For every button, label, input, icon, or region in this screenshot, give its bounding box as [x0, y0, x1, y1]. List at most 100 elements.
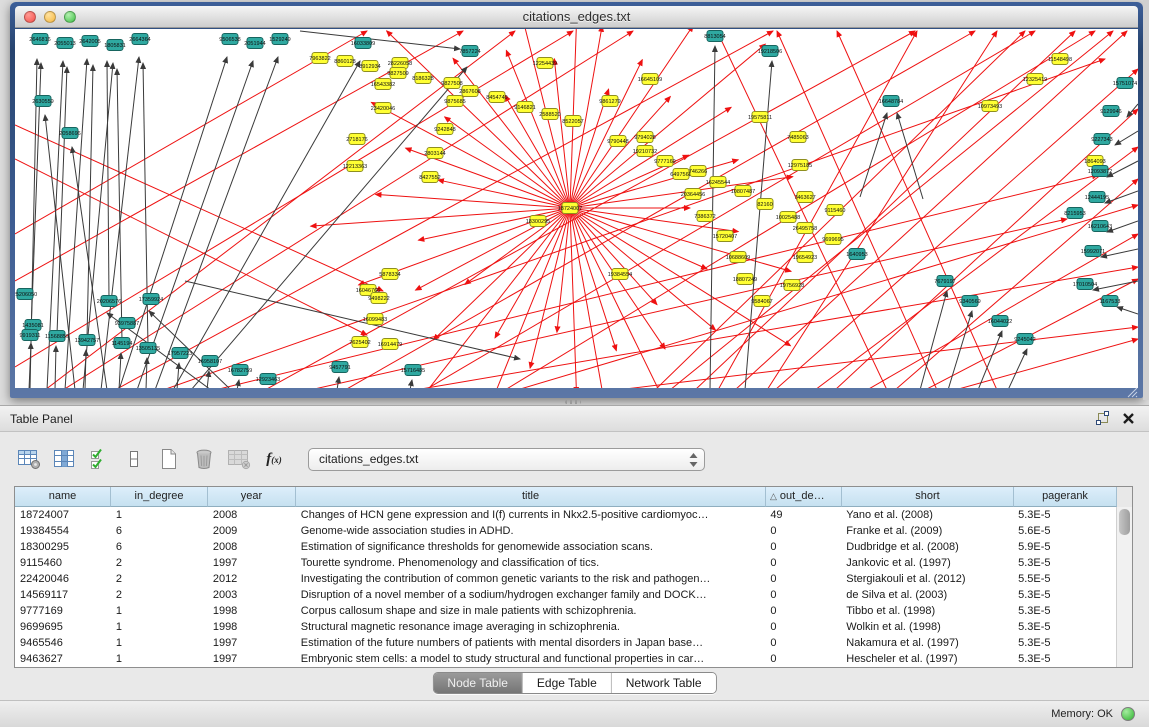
column-header-short[interactable]: short [842, 487, 1014, 507]
graph-node[interactable]: 9146821 [514, 102, 535, 113]
graph-node[interactable]: 9699695 [822, 234, 843, 245]
graph-node[interactable]: 16914479 [378, 339, 402, 350]
graph-node[interactable]: 9115460 [824, 205, 845, 216]
graph-node[interactable]: 15720407 [713, 231, 737, 242]
graph-node[interactable]: 82160 [757, 199, 773, 210]
citation-network-graph[interactable]: 1872400718300295796382288601288912934282… [15, 29, 1138, 388]
graph-node[interactable]: 17010504 [1073, 279, 1097, 290]
graph-node[interactable]: 9242848 [434, 124, 455, 135]
table-row[interactable]: 946362711997Embryonic stem cells: a mode… [15, 651, 1116, 667]
graph-node[interactable]: 9245042 [1014, 334, 1035, 345]
tab-edge-table[interactable]: Edge Table [523, 673, 612, 693]
graph-node[interactable]: 2058696 [59, 128, 80, 139]
graph-node[interactable]: 7485063 [787, 132, 808, 143]
tab-network-table[interactable]: Network Table [612, 673, 716, 693]
graph-node[interactable]: 7857224 [459, 46, 480, 57]
graph-node[interactable]: 15716485 [401, 365, 425, 376]
graph-node[interactable]: 9875685 [444, 96, 465, 107]
graph-node[interactable]: 12254439 [533, 58, 557, 69]
graph-node[interactable]: 9498222 [368, 293, 389, 304]
graph-node[interactable]: 746266 [689, 166, 707, 177]
table-row[interactable]: 1456911722003Disruption of a novel membe… [15, 587, 1116, 603]
graph-node[interactable]: 2588520 [539, 109, 560, 120]
graph-node[interactable]: 11568859 [45, 331, 69, 342]
table-settings-button[interactable] [14, 446, 44, 472]
column-header-title[interactable]: title [296, 487, 766, 507]
graph-node[interactable]: 1529249 [269, 34, 290, 45]
graph-node[interactable]: 13505135 [136, 343, 160, 354]
graph-node[interactable]: 9861279 [599, 96, 620, 107]
graph-node[interactable]: 1167533 [1099, 296, 1120, 307]
graph-node[interactable]: 16245544 [706, 177, 730, 188]
function-builder-button[interactable]: f(x) [259, 446, 289, 472]
scrollbar-thumb[interactable] [1119, 509, 1130, 535]
graph-node[interactable]: 9129946 [1100, 106, 1121, 117]
graph-node[interactable]: 1145194 [111, 338, 132, 349]
network-canvas[interactable]: 1872400718300295796382288601288912934282… [15, 29, 1138, 388]
graph-node[interactable]: 93975887 [115, 318, 139, 329]
graph-node[interactable]: 12325419 [1023, 74, 1047, 85]
import-table-disabled-button[interactable] [224, 446, 254, 472]
graph-node[interactable]: 2718176 [346, 134, 367, 145]
graph-node[interactable]: 19575811 [748, 112, 772, 123]
graph-node[interactable]: 25206050 [15, 289, 37, 300]
table-row[interactable]: 911546021997Tourette syndrome. Phenomeno… [15, 555, 1116, 571]
column-header-pagerank[interactable]: pagerank [1014, 487, 1117, 507]
graph-node[interactable]: 16210643 [1088, 221, 1112, 232]
graph-node[interactable]: 9227343 [1091, 134, 1112, 145]
graph-node[interactable]: 9457791 [329, 362, 350, 373]
graph-node[interactable]: 7463627 [794, 192, 815, 203]
graph-node[interactable]: 17359924 [139, 294, 163, 305]
graph-node[interactable]: 12093872 [1088, 166, 1112, 177]
table-row[interactable]: 977716911998Corpus callosum shape and si… [15, 603, 1116, 619]
graph-node[interactable]: 19210732 [633, 146, 657, 157]
graph-node[interactable]: 9584067 [751, 296, 772, 307]
table-selector-dropdown[interactable]: citations_edges.txt [308, 448, 705, 471]
table-row[interactable]: 1830029562008Estimation of significance … [15, 539, 1116, 555]
close-panel-button[interactable] [1122, 412, 1135, 425]
graph-node[interactable]: 12213363 [343, 161, 367, 172]
graph-node[interactable]: 16645109 [638, 74, 662, 85]
table-scrollbar[interactable] [1116, 507, 1132, 667]
graph-node[interactable]: 19756928 [780, 280, 804, 291]
graph-node[interactable]: 8215953 [1064, 208, 1085, 219]
select-columns-button[interactable] [49, 446, 79, 472]
graph-node[interactable]: 9827508 [441, 78, 462, 89]
tab-node-table[interactable]: Node Table [433, 673, 523, 693]
graph-node[interactable]: 28226058 [388, 58, 412, 69]
column-header-in_degree[interactable]: in_degree [111, 487, 208, 507]
graph-node[interactable]: 1864093 [1084, 156, 1105, 167]
clear-selection-button[interactable] [119, 446, 149, 472]
graph-node[interactable]: 12975185 [788, 160, 812, 171]
graph-node[interactable]: 20364456 [681, 189, 705, 200]
graph-node[interactable]: 9794028 [634, 132, 655, 143]
graph-node[interactable]: 9340569 [959, 296, 980, 307]
graph-node[interactable]: 8813054 [704, 31, 725, 42]
column-header-year[interactable]: year [208, 487, 296, 507]
graph-node[interactable]: 9790448 [607, 136, 628, 147]
graph-node[interactable]: 16044022 [988, 316, 1012, 327]
delete-table-button[interactable] [189, 446, 219, 472]
graph-node[interactable]: 2803144 [424, 148, 445, 159]
table-row[interactable]: 1938455462009Genome-wide association stu… [15, 523, 1116, 539]
table-row[interactable]: 969969511998Structural magnetic resonanc… [15, 619, 1116, 635]
window-titlebar[interactable]: citations_edges.txt [15, 6, 1138, 28]
graph-node[interactable]: 1640953 [846, 249, 867, 260]
graph-node[interactable]: 20206576 [97, 296, 121, 307]
graph-node[interactable]: 1805831 [104, 40, 125, 51]
graph-node[interactable]: 2664364 [129, 34, 150, 45]
graph-node[interactable]: 13942757 [75, 335, 99, 346]
column-header-out[interactable]: △out_de… [766, 487, 842, 507]
table-row[interactable]: 1872400712008Changes of HCN gene express… [15, 507, 1116, 523]
graph-node[interactable]: 15751074 [1113, 78, 1137, 89]
graph-node[interactable]: 8186328 [412, 73, 433, 84]
graph-node[interactable]: 2051944 [244, 38, 265, 49]
memory-indicator[interactable] [1121, 707, 1135, 721]
window-resize-grip[interactable] [1125, 386, 1139, 398]
graph-node[interactable]: 16648784 [879, 96, 903, 107]
table-row[interactable]: 2242004622012Investigating the contribut… [15, 571, 1116, 587]
graph-node[interactable]: 8860128 [334, 56, 355, 67]
graph-node[interactable]: 10807487 [731, 186, 755, 197]
graph-node[interactable]: 18807249 [733, 274, 757, 285]
select-all-check-button[interactable] [84, 446, 114, 472]
